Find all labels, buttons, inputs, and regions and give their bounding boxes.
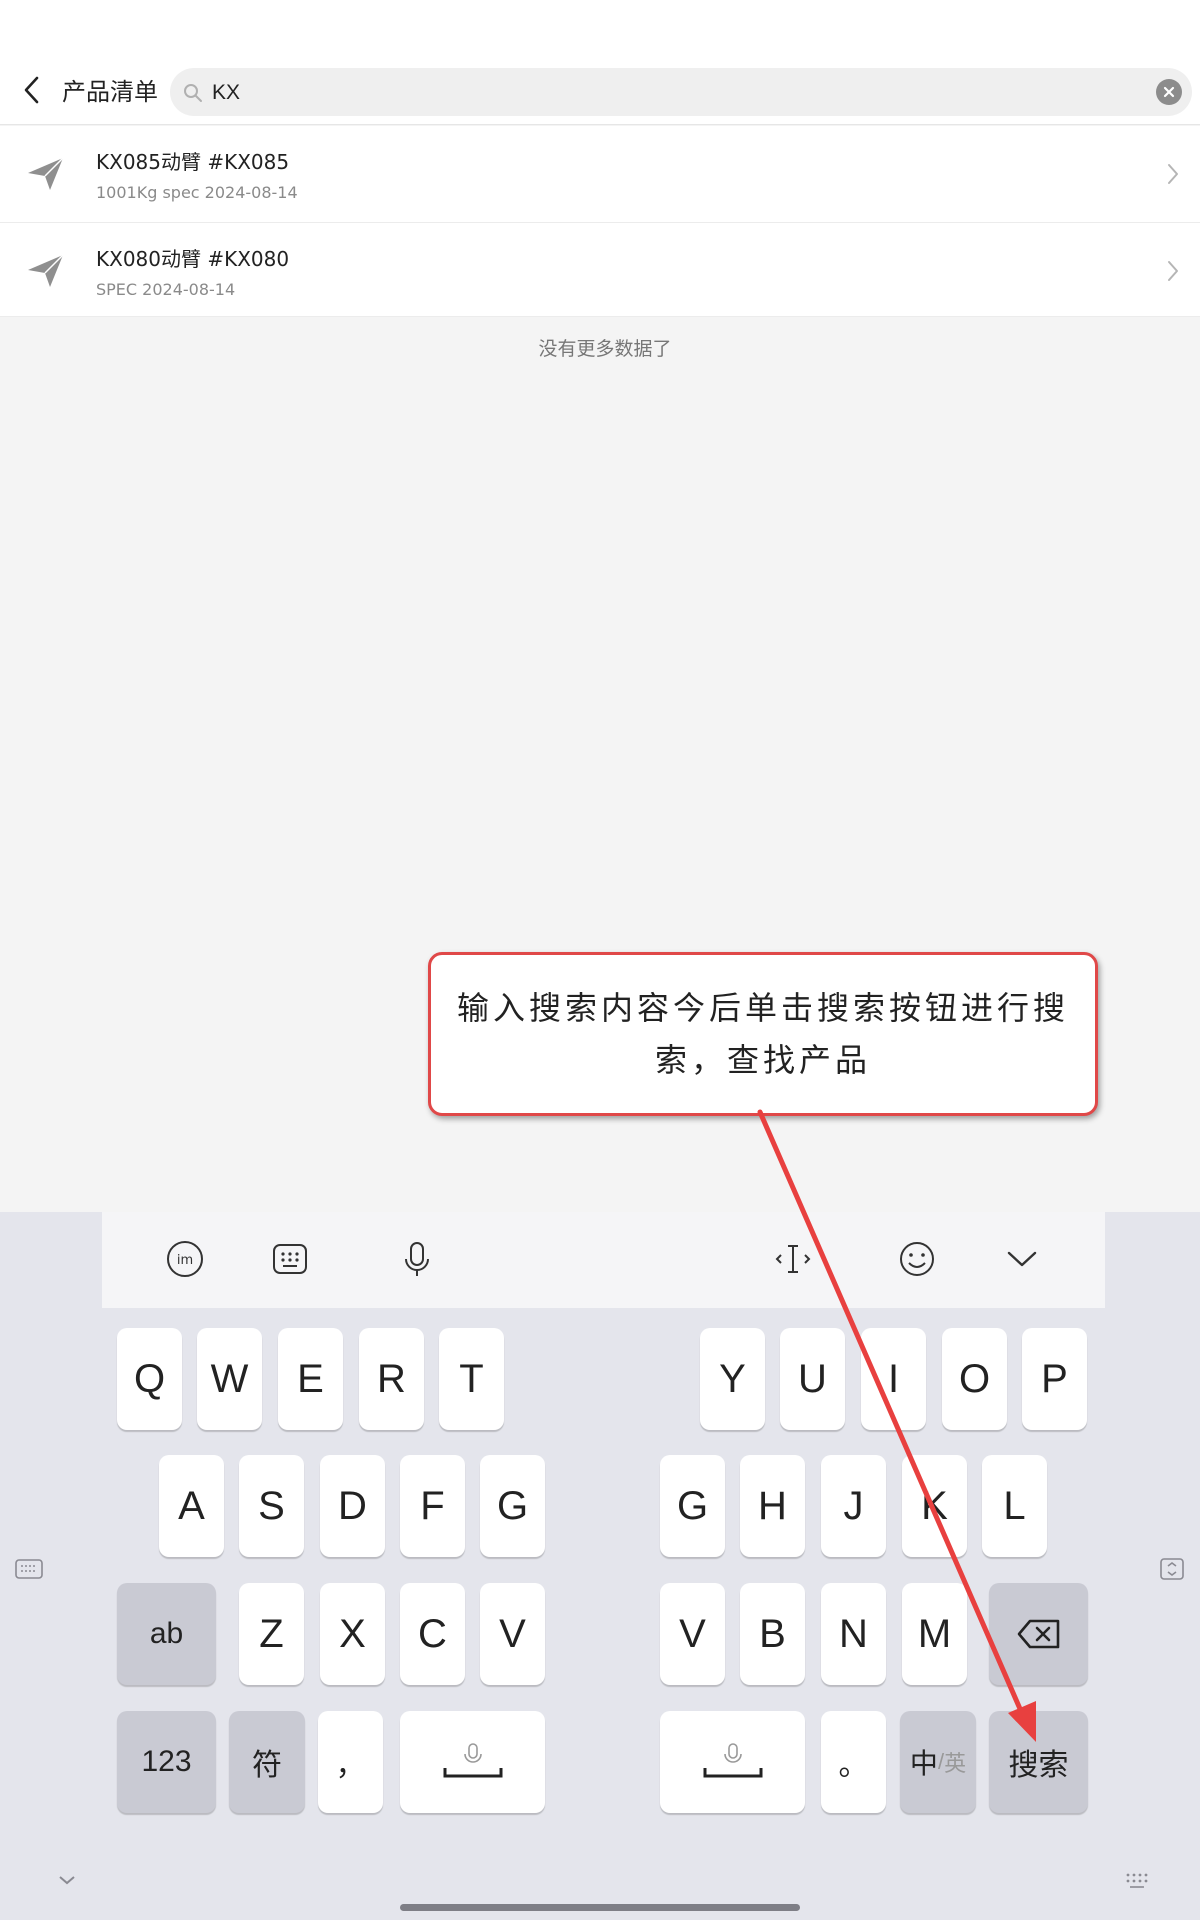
key-q[interactable]: Q xyxy=(117,1328,182,1430)
space-mic-icon xyxy=(443,1743,502,1778)
key-comma[interactable]: ， xyxy=(318,1711,383,1813)
key-a[interactable]: A xyxy=(159,1455,224,1557)
product-title: KX080动臂 #KX080 xyxy=(96,247,290,271)
back-button[interactable] xyxy=(10,66,54,114)
key-n[interactable]: N xyxy=(821,1583,886,1685)
language-toggle-key[interactable]: 中 / 英 xyxy=(900,1711,976,1813)
search-icon xyxy=(184,84,202,102)
space-key-left[interactable] xyxy=(400,1711,545,1813)
key-symbols[interactable]: 符 xyxy=(229,1711,305,1813)
chevron-down-icon xyxy=(1007,1251,1037,1267)
product-list: KX085动臂 #KX085 1001Kg spec 2024-08-14 KX… xyxy=(0,126,1200,317)
paper-plane-icon xyxy=(28,157,64,190)
microphone-icon xyxy=(405,1242,429,1276)
close-icon xyxy=(1163,86,1175,98)
clear-search-button[interactable] xyxy=(1156,79,1182,105)
svg-text:im: im xyxy=(177,1253,193,1268)
list-item[interactable]: KX080动臂 #KX080 SPEC 2024-08-14 xyxy=(0,223,1200,317)
backspace-icon xyxy=(1017,1619,1059,1649)
key-u[interactable]: U xyxy=(780,1328,845,1430)
key-r[interactable]: R xyxy=(359,1328,424,1430)
chevron-left-icon xyxy=(24,76,39,104)
key-e[interactable]: E xyxy=(278,1328,343,1430)
emoji-icon xyxy=(900,1242,934,1276)
lang-cn-label: 中 xyxy=(909,1748,938,1779)
cursor-move-button[interactable] xyxy=(770,1236,816,1282)
keyboard-layout-button[interactable] xyxy=(267,1236,313,1282)
key-g[interactable]: G xyxy=(480,1455,545,1557)
screen: 产品清单 KX085动臂 #KX085 1001Kg spec 2024-0 xyxy=(0,0,1200,1920)
annotation-text: 输入搜索内容今后单击搜索按钮进行搜索，查找产品 xyxy=(456,989,1069,1079)
page-title: 产品清单 xyxy=(62,78,158,106)
key-h[interactable]: H xyxy=(740,1455,805,1557)
key-d[interactable]: D xyxy=(320,1455,385,1557)
backspace-key[interactable] xyxy=(989,1583,1088,1685)
key-t[interactable]: T xyxy=(439,1328,504,1430)
text-cursor-icon xyxy=(775,1245,811,1273)
list-end-message: 没有更多数据了 xyxy=(538,338,672,360)
keyboard-icon xyxy=(273,1244,307,1274)
search-box[interactable] xyxy=(170,68,1192,118)
top-bar: 产品清单 xyxy=(0,0,1200,125)
key-g-right[interactable]: G xyxy=(660,1455,725,1557)
handwriting-button[interactable]: im xyxy=(162,1236,208,1282)
home-indicator[interactable] xyxy=(400,1904,800,1911)
key-numbers[interactable]: 123 xyxy=(117,1711,216,1813)
chevron-right-icon xyxy=(1168,164,1178,184)
space-key-right[interactable] xyxy=(660,1711,805,1813)
key-c[interactable]: C xyxy=(400,1583,465,1685)
key-j[interactable]: J xyxy=(821,1455,886,1557)
annotation-callout: 输入搜索内容今后单击搜索按钮进行搜索，查找产品 xyxy=(428,952,1098,1116)
hide-keyboard-button[interactable] xyxy=(999,1236,1045,1282)
key-period[interactable]: 。 xyxy=(821,1711,886,1813)
voice-input-button[interactable] xyxy=(394,1236,440,1282)
key-f[interactable]: F xyxy=(400,1455,465,1557)
product-title: KX085动臂 #KX085 xyxy=(96,150,290,174)
space-mic-icon xyxy=(703,1743,762,1778)
key-v-right[interactable]: V xyxy=(660,1583,725,1685)
key-b[interactable]: B xyxy=(740,1583,805,1685)
key-m[interactable]: M xyxy=(902,1583,967,1685)
search-key[interactable]: 搜索 xyxy=(989,1711,1088,1813)
key-x[interactable]: X xyxy=(320,1583,385,1685)
key-i[interactable]: I xyxy=(861,1328,926,1430)
key-z[interactable]: Z xyxy=(239,1583,304,1685)
product-subtitle: 1001Kg spec 2024-08-14 xyxy=(96,183,298,202)
key-p[interactable]: P xyxy=(1022,1328,1087,1430)
key-k[interactable]: K xyxy=(902,1455,967,1557)
key-y[interactable]: Y xyxy=(700,1328,765,1430)
key-v[interactable]: V xyxy=(480,1583,545,1685)
keyboard-mode-left-icon[interactable] xyxy=(14,1557,44,1581)
emoji-button[interactable] xyxy=(894,1236,940,1282)
soft-keyboard: im Q W E R T Y U I O P A S D F G G H J K… xyxy=(0,1212,1200,1920)
keyboard-toolbar: im xyxy=(102,1212,1105,1308)
key-w[interactable]: W xyxy=(197,1328,262,1430)
paper-plane-icon xyxy=(28,254,64,287)
product-subtitle: SPEC 2024-08-14 xyxy=(96,280,236,299)
key-o[interactable]: O xyxy=(942,1328,1007,1430)
key-l[interactable]: L xyxy=(982,1455,1047,1557)
search-input[interactable] xyxy=(210,68,1114,118)
key-s[interactable]: S xyxy=(239,1455,304,1557)
list-item[interactable]: KX085动臂 #KX085 1001Kg spec 2024-08-14 xyxy=(0,126,1200,223)
key-ab[interactable]: ab xyxy=(117,1583,216,1685)
keyboard-dots-icon[interactable] xyxy=(1122,1868,1152,1892)
lang-en-label: 英 xyxy=(944,1751,967,1776)
chevron-right-icon xyxy=(1168,261,1178,281)
handwriting-icon: im xyxy=(167,1241,203,1277)
collapse-keyboard-icon[interactable] xyxy=(52,1868,82,1892)
keyboard-mode-right-icon[interactable] xyxy=(1157,1557,1187,1581)
